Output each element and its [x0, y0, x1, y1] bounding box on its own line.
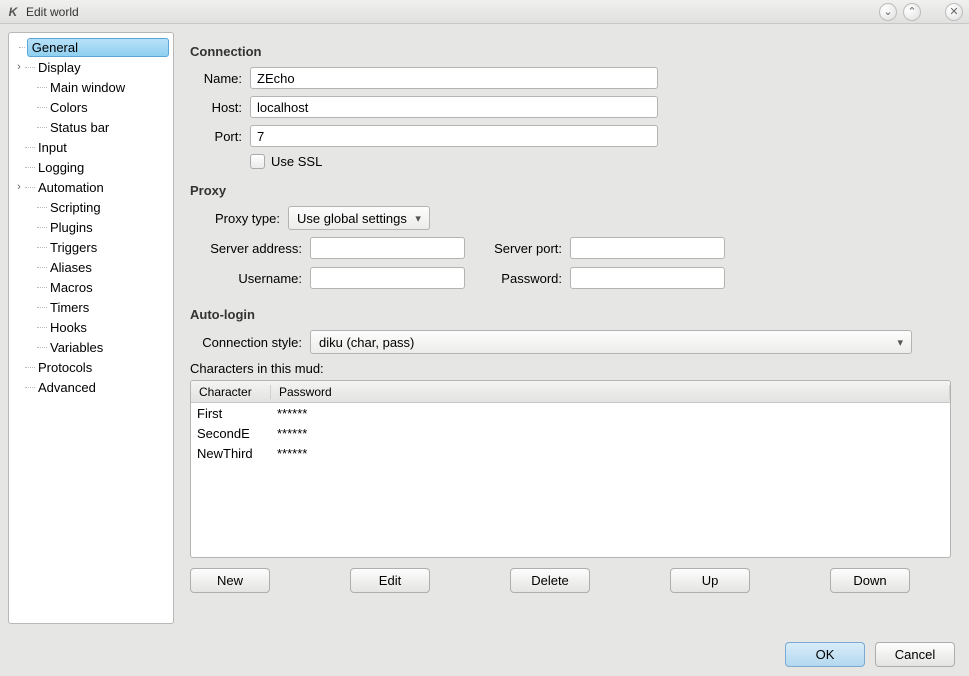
ok-button[interactable]: OK	[785, 642, 865, 667]
tree-item-label: General	[27, 38, 169, 57]
port-label: Port:	[190, 129, 250, 144]
delete-button[interactable]: Delete	[510, 568, 590, 593]
edit-button[interactable]: Edit	[350, 568, 430, 593]
style-value: diku (char, pass)	[319, 335, 414, 350]
tree-item-timers[interactable]: Timers	[11, 297, 171, 317]
cell-character: SecondE	[191, 426, 271, 441]
content-area: General›DisplayMain windowColorsStatus b…	[0, 24, 969, 632]
close-icon[interactable]: ✕	[945, 3, 963, 21]
tree-item-protocols[interactable]: Protocols	[11, 357, 171, 377]
tree-item-label: Automation	[37, 180, 104, 195]
usessl-checkbox[interactable]	[250, 154, 265, 169]
name-input[interactable]	[250, 67, 658, 89]
proxy-password-input[interactable]	[570, 267, 725, 289]
tree-item-plugins[interactable]: Plugins	[11, 217, 171, 237]
style-label: Connection style:	[190, 335, 310, 350]
proxy-address-label: Server address:	[190, 241, 310, 256]
col-password[interactable]: Password	[271, 385, 950, 399]
tree-item-label: Macros	[49, 280, 93, 295]
section-autologin-title: Auto-login	[190, 307, 951, 322]
tree-item-label: Scripting	[49, 200, 101, 215]
tree-item-general[interactable]: General	[11, 37, 171, 57]
proxy-username-input[interactable]	[310, 267, 465, 289]
tree-item-hooks[interactable]: Hooks	[11, 317, 171, 337]
tree-item-input[interactable]: Input	[11, 137, 171, 157]
tree-item-label: Variables	[49, 340, 103, 355]
tree-item-scripting[interactable]: Scripting	[11, 197, 171, 217]
table-row[interactable]: NewThird******	[191, 443, 950, 463]
host-label: Host:	[190, 100, 250, 115]
tree-item-label: Aliases	[49, 260, 92, 275]
characters-table[interactable]: Character Password First******SecondE***…	[190, 380, 951, 558]
tree-item-aliases[interactable]: Aliases	[11, 257, 171, 277]
tree-item-label: Timers	[49, 300, 89, 315]
tree-item-automation[interactable]: › Automation	[11, 177, 171, 197]
app-icon: K	[6, 5, 20, 19]
proxy-password-label: Password:	[470, 271, 570, 286]
cell-password: ******	[271, 426, 950, 441]
window-title: Edit world	[26, 5, 79, 19]
tree-item-label: Display	[37, 60, 81, 75]
tree-item-display[interactable]: › Display	[11, 57, 171, 77]
tree-item-variables[interactable]: Variables	[11, 337, 171, 357]
col-character[interactable]: Character	[191, 385, 271, 399]
tree-item-label: Input	[37, 140, 67, 155]
tree-item-label: Plugins	[49, 220, 93, 235]
cell-character: First	[191, 406, 271, 421]
tree-item-macros[interactable]: Macros	[11, 277, 171, 297]
table-row[interactable]: First******	[191, 403, 950, 423]
titlebar: K Edit world ⌄ ⌃ ✕	[0, 0, 969, 24]
main-panel: Connection Name: Host: Port: Use SSL Pro…	[184, 32, 961, 624]
tree-item-label: Main window	[49, 80, 125, 95]
maximize-icon[interactable]: ⌃	[903, 3, 921, 21]
chevron-right-icon[interactable]: ›	[13, 181, 25, 193]
tree-item-label: Hooks	[49, 320, 87, 335]
tree-item-label: Status bar	[49, 120, 109, 135]
cell-password: ******	[271, 446, 950, 461]
minimize-icon[interactable]: ⌄	[879, 3, 897, 21]
up-button[interactable]: Up	[670, 568, 750, 593]
chars-label: Characters in this mud:	[190, 361, 951, 376]
tree-item-main-window[interactable]: Main window	[11, 77, 171, 97]
proxy-port-label: Server port:	[470, 241, 570, 256]
tree-item-colors[interactable]: Colors	[11, 97, 171, 117]
tree-item-label: Triggers	[49, 240, 97, 255]
new-button[interactable]: New	[190, 568, 270, 593]
tree-item-label: Colors	[49, 100, 88, 115]
down-button[interactable]: Down	[830, 568, 910, 593]
proxy-type-label: Proxy type:	[190, 211, 288, 226]
tree-item-advanced[interactable]: Advanced	[11, 377, 171, 397]
proxy-port-input[interactable]	[570, 237, 725, 259]
name-label: Name:	[190, 71, 250, 86]
host-input[interactable]	[250, 96, 658, 118]
proxy-type-value: Use global settings	[297, 211, 407, 226]
tree-item-label: Logging	[37, 160, 84, 175]
tree-item-status-bar[interactable]: Status bar	[11, 117, 171, 137]
tree-item-logging[interactable]: Logging	[11, 157, 171, 177]
cancel-button[interactable]: Cancel	[875, 642, 955, 667]
tree-item-label: Advanced	[37, 380, 96, 395]
section-connection-title: Connection	[190, 44, 951, 59]
category-tree[interactable]: General›DisplayMain windowColorsStatus b…	[8, 32, 174, 624]
style-select[interactable]: diku (char, pass)	[310, 330, 912, 354]
cell-password: ******	[271, 406, 950, 421]
proxy-type-select[interactable]: Use global settings	[288, 206, 430, 230]
dialog-footer: OK Cancel	[0, 632, 969, 676]
chevron-right-icon[interactable]: ›	[13, 61, 25, 73]
tree-item-label: Protocols	[37, 360, 92, 375]
port-input[interactable]	[250, 125, 658, 147]
usessl-label: Use SSL	[271, 154, 322, 169]
cell-character: NewThird	[191, 446, 271, 461]
proxy-username-label: Username:	[190, 271, 310, 286]
table-row[interactable]: SecondE******	[191, 423, 950, 443]
tree-item-triggers[interactable]: Triggers	[11, 237, 171, 257]
table-header: Character Password	[191, 381, 950, 403]
section-proxy-title: Proxy	[190, 183, 951, 198]
proxy-address-input[interactable]	[310, 237, 465, 259]
